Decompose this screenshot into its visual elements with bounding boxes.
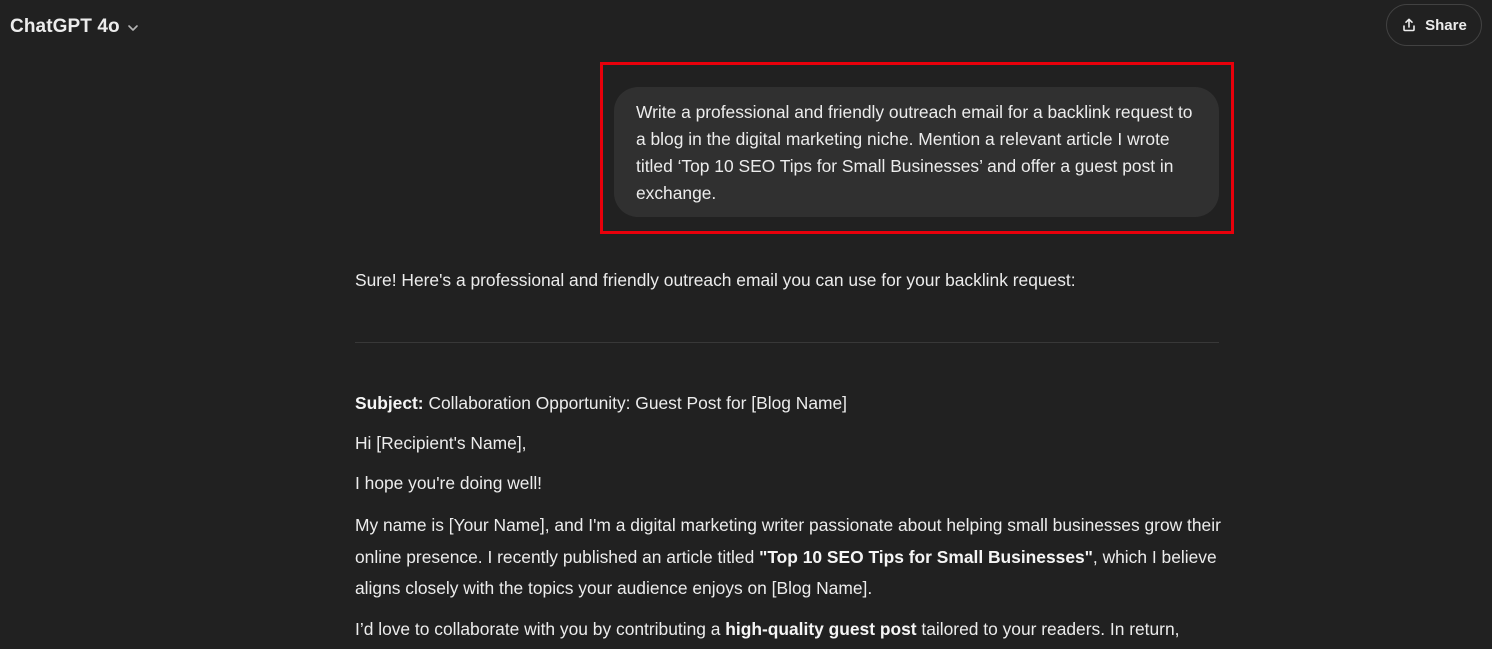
share-upload-icon <box>1401 17 1417 33</box>
chevron-down-icon <box>126 21 140 35</box>
email-subject-line: Subject: Collaboration Opportunity: Gues… <box>355 390 1225 417</box>
email-hope-line: I hope you're doing well! <box>355 473 543 493</box>
model-name: ChatGPT 4o <box>10 16 120 37</box>
email-paragraph-2: I’d love to collaborate with you by cont… <box>355 614 1225 646</box>
chat-window: ChatGPT 4o Share Write a professional an… <box>0 0 1492 649</box>
share-label: Share <box>1425 16 1467 34</box>
para2-bold: high-quality guest post <box>725 618 917 639</box>
user-message-bubble: Write a professional and friendly outrea… <box>614 87 1219 217</box>
assistant-intro: Sure! Here's a professional and friendly… <box>355 266 1220 294</box>
email-paragraph-1: My name is [Your Name], and I'm a digita… <box>355 510 1225 605</box>
top-bar: ChatGPT 4o Share <box>0 0 1492 54</box>
para2-text-b: tailored to your readers. In return, <box>916 618 1180 639</box>
email-greeting: Hi [Recipient's Name], <box>355 433 527 453</box>
subject-text: Collaboration Opportunity: Guest Post fo… <box>423 393 847 413</box>
assistant-intro-text: Sure! Here's a professional and friendly… <box>355 270 1076 290</box>
share-button[interactable]: Share <box>1386 4 1482 46</box>
email-draft: Subject: Collaboration Opportunity: Gues… <box>355 390 1225 649</box>
para1-article-title: "Top 10 SEO Tips for Small Businesses" <box>759 546 1093 567</box>
user-message-text: Write a professional and friendly outrea… <box>636 102 1193 203</box>
subject-label: Subject: <box>355 393 424 413</box>
horizontal-divider <box>355 342 1219 343</box>
model-switcher[interactable]: ChatGPT 4o <box>0 8 150 46</box>
para2-text-a: I’d love to collaborate with you by cont… <box>355 618 726 639</box>
